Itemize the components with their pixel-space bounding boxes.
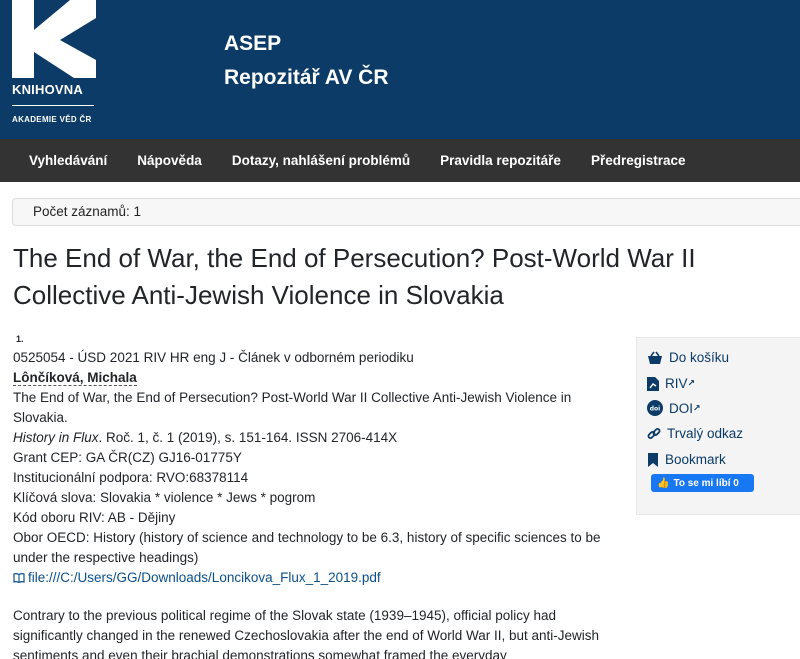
file-row: file:///C:/Users/GG/Downloads/Loncikova_… — [13, 568, 623, 588]
page-title: The End of War, the End of Persecution? … — [13, 243, 696, 310]
abstract-text: Contrary to the previous political regim… — [13, 608, 600, 659]
facebook-like-button[interactable]: 👍 To se mi líbí 0 — [651, 474, 754, 492]
journal-details: . Roč. 1, č. 1 (2019), s. 151-164. ISSN … — [98, 430, 398, 445]
fulltext-link[interactable]: file:///C:/Users/GG/Downloads/Loncikova_… — [28, 570, 381, 585]
library-logo[interactable]: KNIHOVNA AKADEMIE VĚD ČR — [12, 0, 96, 132]
record-actions-sidebar: Do košíku RIV ↗ doi DOI ↗ Trvalý odkaz Boo… — [636, 337, 800, 515]
nav-item-search[interactable]: Vyhledávání — [14, 153, 122, 168]
nav-item-preregistration[interactable]: Předregistrace — [576, 153, 701, 168]
main-navbar: Vyhledávání Nápověda Dotazy, nahlášení p… — [0, 139, 800, 182]
nav-item-rules[interactable]: Pravidla repozitáře — [425, 153, 576, 168]
doi-label: DOI — [669, 400, 694, 416]
permalink-button[interactable]: Trvalý odkaz — [647, 426, 743, 441]
record-detail: 1. 0525054 - ÚSD 2021 RIV HR eng J - Člá… — [13, 334, 623, 588]
logo-name: KNIHOVNA — [12, 82, 83, 97]
k-logo-icon — [12, 0, 96, 78]
add-to-cart-label: Do košíku — [669, 350, 730, 365]
site-header: KNIHOVNA AKADEMIE VĚD ČR ASEP Repozitář … — [0, 0, 800, 139]
add-to-cart-button[interactable]: Do košíku — [647, 350, 729, 365]
bookmark-icon — [648, 452, 658, 467]
article-title: The End of War, the End of Persecution? … — [13, 390, 572, 425]
thumbs-up-icon: 👍 — [657, 477, 670, 489]
basket-icon — [648, 351, 662, 364]
bookmark-label: Bookmark — [665, 452, 726, 467]
external-link-icon: ↗ — [693, 402, 701, 413]
site-subtitle[interactable]: Repozitář AV ČR — [224, 66, 389, 90]
logo-subtitle: AKADEMIE VĚD ČR — [12, 115, 92, 124]
nav-item-questions[interactable]: Dotazy, nahlášení problémů — [217, 153, 425, 168]
site-title[interactable]: ASEP — [224, 32, 281, 56]
logo-divider — [12, 105, 94, 106]
oecd-line: Obor OECD: History (history of science a… — [13, 530, 601, 565]
keywords-line: Klíčová slova: Slovakia * violence * Jew… — [13, 490, 316, 505]
nav-item-help[interactable]: Nápověda — [122, 153, 217, 168]
journal-line: History in Flux. Roč. 1, č. 1 (2019), s.… — [13, 428, 623, 448]
grant-line: Grant CEP: GA ČR(CZ) GJ16-01775Y — [13, 450, 242, 465]
support-line: Institucionální podpora: RVO:68378114 — [13, 470, 249, 485]
link-icon — [647, 427, 661, 439]
result-count: Počet záznamů: 1 — [33, 204, 142, 219]
record-number: 1. — [16, 334, 24, 344]
result-count-bar: Počet záznamů: 1 — [12, 198, 800, 226]
bookmark-button[interactable]: Bookmark — [647, 452, 726, 467]
doi-link[interactable]: doi DOI ↗ — [647, 400, 701, 416]
book-icon — [13, 573, 25, 583]
record-id-line: 0525054 - ÚSD 2021 RIV HR eng J - Článek… — [13, 350, 414, 365]
author-link[interactable]: Lônčíková, Michala — [13, 370, 137, 386]
document-icon — [647, 376, 659, 391]
riv-label: RIV — [665, 376, 688, 391]
riv-code-line: Kód oboru RIV: AB - Dějiny — [13, 510, 176, 525]
permalink-label: Trvalý odkaz — [667, 426, 744, 441]
doi-icon: doi — [647, 400, 663, 416]
external-link-icon: ↗ — [687, 378, 696, 388]
svg-text:doi: doi — [650, 406, 660, 413]
journal-name: History in Flux — [13, 430, 99, 445]
riv-link[interactable]: RIV ↗ — [647, 376, 695, 391]
facebook-like-label: To se mi líbí 0 — [673, 477, 739, 489]
